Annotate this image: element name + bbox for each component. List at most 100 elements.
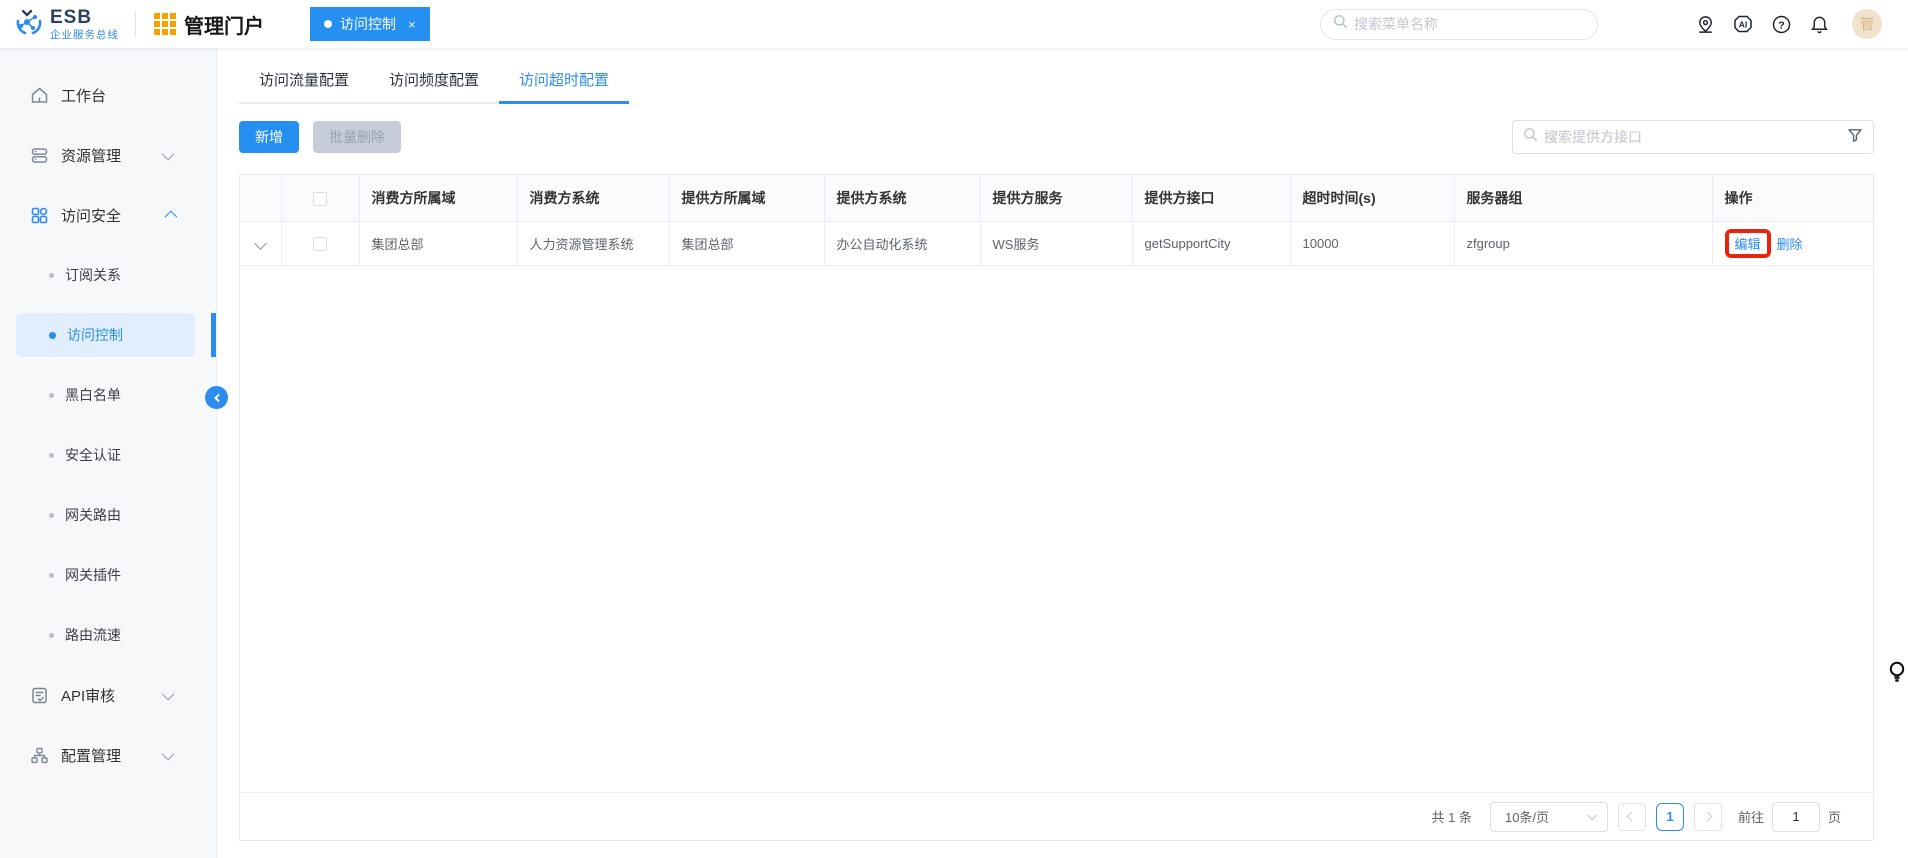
sidebar-subitem-gateway-plugin[interactable]: 网关插件 [16, 553, 195, 597]
row-select-cell [281, 221, 359, 265]
sidebar-item-resources[interactable]: 资源管理 [0, 133, 216, 177]
table-header-row: 消费方所属域 消费方系统 提供方所属域 提供方系统 提供方服务 提供方接口 超时… [240, 175, 1873, 221]
sidebar-subitem-gateway-route[interactable]: 网关路由 [16, 493, 195, 537]
svg-text:AI: AI [1739, 20, 1748, 30]
bell-icon[interactable] [1808, 13, 1830, 35]
sidebar-item-label: API审核 [61, 685, 115, 706]
sidebar-item-label: 工作台 [61, 85, 106, 106]
goto-page-group: 前往 页 [1738, 802, 1841, 832]
sidebar-item-label: 订阅关系 [65, 265, 121, 285]
tab-close-icon[interactable]: × [408, 17, 416, 32]
sidebar-item-label: 配置管理 [61, 745, 121, 766]
page-size-value: 10条/页 [1505, 807, 1549, 826]
help-icon[interactable]: ? [1770, 13, 1792, 35]
tab-label: 访问控制 [340, 14, 396, 34]
tab-frequency-config[interactable]: 访问频度配置 [369, 62, 499, 102]
col-consumer-system: 消费方系统 [517, 175, 669, 221]
cell-provider-service: WS服务 [980, 221, 1132, 265]
chevron-right-icon [1703, 812, 1713, 822]
goto-label: 前往 [1738, 807, 1764, 826]
add-button[interactable]: 新增 [239, 121, 299, 153]
provider-interface-search-box[interactable] [1512, 120, 1874, 154]
col-actions: 操作 [1712, 175, 1873, 221]
batch-delete-button[interactable]: 批量删除 [313, 121, 401, 153]
sidebar-subitem-blackwhite-list[interactable]: 黑白名单 [16, 373, 195, 417]
sidebar-subitem-subscription[interactable]: 订阅关系 [16, 253, 195, 297]
svg-text:?: ? [1778, 19, 1784, 31]
delete-link[interactable]: 删除 [1777, 237, 1803, 252]
cell-consumer-domain: 集团总部 [359, 221, 517, 265]
sidebar-subitem-security-auth[interactable]: 安全认证 [16, 433, 195, 477]
tab-label: 访问超时配置 [519, 72, 609, 89]
search-icon [1523, 127, 1538, 147]
sidebar-item-label: 安全认证 [65, 445, 121, 465]
row-checkbox[interactable] [313, 237, 327, 251]
tab-timeout-config[interactable]: 访问超时配置 [499, 62, 629, 102]
col-provider-interface: 提供方接口 [1132, 175, 1290, 221]
config-tabs: 访问流量配置 访问频度配置 访问超时配置 [239, 62, 629, 104]
cell-actions: 编辑 删除 [1712, 221, 1873, 265]
tab-label: 访问频度配置 [389, 72, 479, 89]
tab-traffic-config[interactable]: 访问流量配置 [239, 62, 369, 102]
sidebar-item-workbench[interactable]: 工作台 [0, 73, 216, 117]
sidebar-item-label: 访问安全 [61, 205, 121, 226]
logo-subtitle: 企业服务总线 [50, 30, 119, 41]
select-all-checkbox[interactable] [313, 192, 327, 206]
tab-active-dot [324, 20, 332, 28]
bullet-icon [49, 453, 54, 458]
table-empty-area [240, 266, 1873, 793]
current-page-button[interactable]: 1 [1656, 803, 1684, 831]
open-tab-access-control[interactable]: 访问控制 × [310, 7, 430, 41]
edit-link[interactable]: 编辑 [1735, 237, 1761, 252]
bullet-icon [49, 573, 54, 578]
sitemap-icon [30, 746, 49, 765]
sidebar-item-api-audit[interactable]: API审核 [0, 673, 216, 717]
chevron-down-icon [162, 747, 175, 760]
header-icon-group: AI ? [1694, 13, 1830, 35]
next-page-button[interactable] [1694, 803, 1722, 831]
home-icon [30, 86, 49, 105]
filter-icon[interactable] [1847, 127, 1863, 148]
col-timeout: 超时时间(s) [1290, 175, 1454, 221]
table-row: 集团总部 人力资源管理系统 集团总部 办公自动化系统 WS服务 getSuppo… [240, 221, 1873, 265]
col-consumer-domain: 消费方所属域 [359, 175, 517, 221]
sidebar-subitem-route-speed[interactable]: 路由流速 [16, 613, 195, 657]
chevron-down-icon [1587, 810, 1597, 820]
user-avatar[interactable]: 管 [1852, 9, 1882, 39]
security-grid-icon [30, 206, 49, 225]
col-provider-system: 提供方系统 [824, 175, 980, 221]
cell-server-group: zfgroup [1454, 221, 1712, 265]
menu-search-box[interactable] [1320, 9, 1598, 40]
location-icon[interactable] [1694, 13, 1716, 35]
api-audit-icon [30, 686, 49, 705]
active-indicator-bar [211, 313, 216, 357]
cell-timeout: 10000 [1290, 221, 1454, 265]
sidebar-item-access-security[interactable]: 访问安全 [0, 193, 216, 237]
goto-page-input[interactable] [1772, 802, 1820, 832]
bullet-icon [49, 393, 54, 398]
resources-icon [30, 146, 49, 165]
chevron-left-icon [1627, 812, 1637, 822]
esb-logo-icon [14, 7, 44, 42]
annotation-highlight-box: 编辑 [1725, 229, 1771, 258]
provider-interface-search-input[interactable] [1544, 129, 1847, 145]
timeout-config-table: 消费方所属域 消费方系统 提供方所属域 提供方系统 提供方服务 提供方接口 超时… [240, 175, 1873, 266]
ai-assistant-icon[interactable]: AI [1732, 13, 1754, 35]
sidebar-collapse-button[interactable] [205, 386, 228, 409]
table-panel: 消费方所属域 消费方系统 提供方所属域 提供方系统 提供方服务 提供方接口 超时… [239, 174, 1874, 841]
lightbulb-icon[interactable] [1888, 660, 1906, 691]
bullet-icon [49, 273, 54, 278]
sidebar-subitem-access-control[interactable]: 访问控制 [16, 313, 195, 357]
bullet-icon [49, 332, 56, 339]
sidebar-item-config-mgmt[interactable]: 配置管理 [0, 733, 216, 777]
sidebar-item-label: 黑白名单 [65, 385, 121, 405]
page-size-select[interactable]: 10条/页 [1490, 802, 1608, 832]
sidebar-nav: 工作台 资源管理 [0, 48, 217, 858]
esb-logo: ESB 企业服务总线 [0, 7, 119, 42]
chevron-up-icon [165, 210, 178, 223]
top-header: ESB 企业服务总线 管理门户 访问控制 × [0, 0, 1908, 48]
expand-row-icon[interactable] [254, 237, 267, 250]
sidebar-item-label: 访问控制 [67, 325, 123, 345]
prev-page-button[interactable] [1618, 803, 1646, 831]
menu-search-input[interactable] [1354, 16, 1585, 32]
